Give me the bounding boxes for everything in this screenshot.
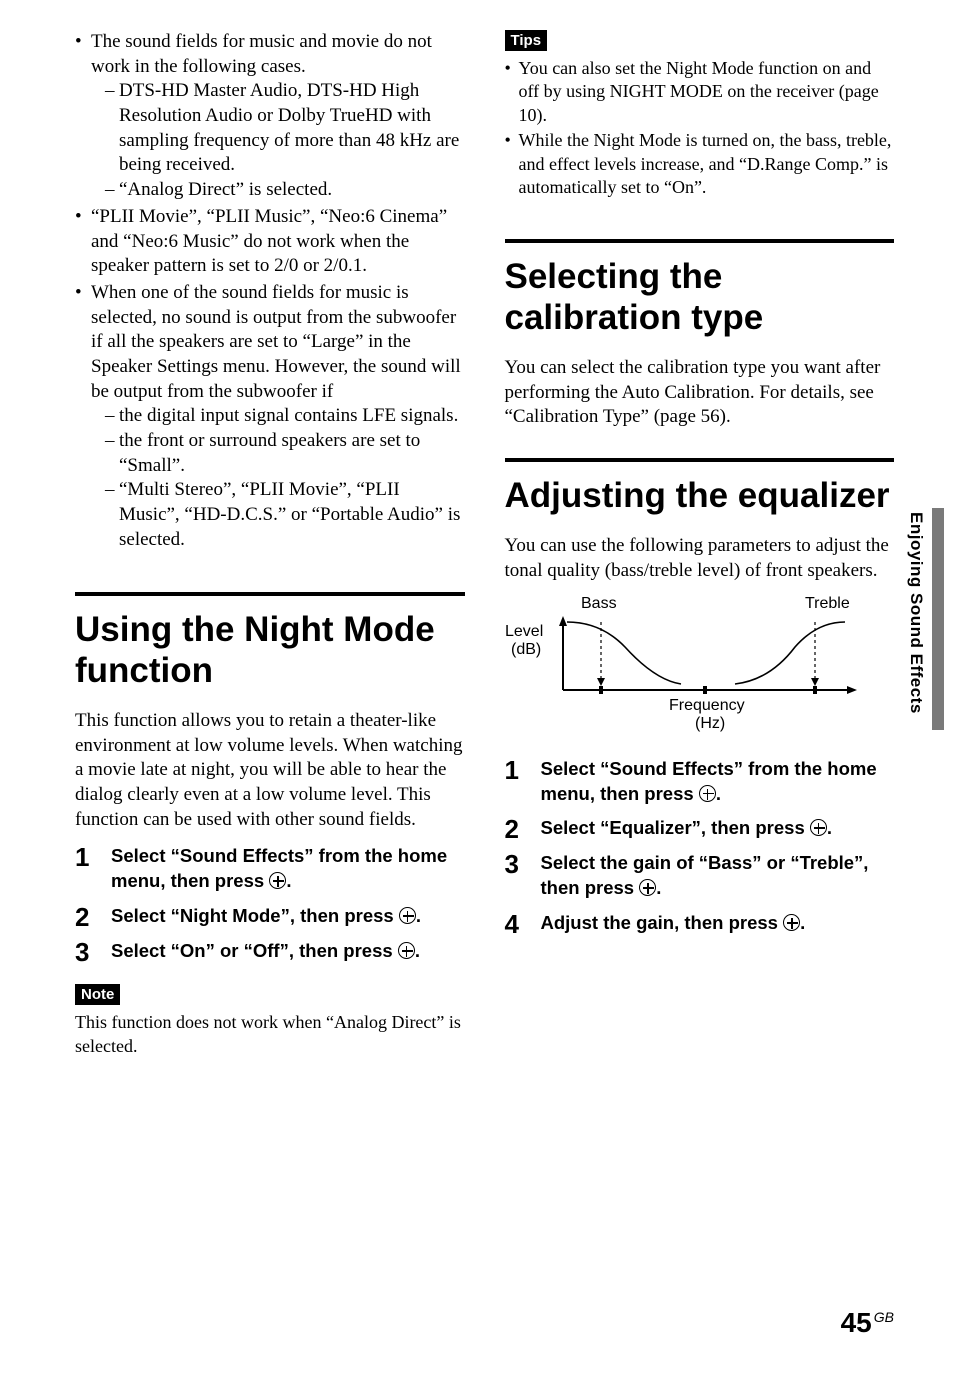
list-item: You can also set the Night Mode function…: [505, 57, 895, 127]
list-item: “Multi Stereo”, “PLII Movie”, “PLII Musi…: [105, 478, 465, 552]
side-tab: Enjoying Sound Effects: [902, 508, 926, 808]
label-db: (dB): [511, 641, 541, 658]
note-badge: Note: [75, 984, 120, 1005]
list-item: “Analog Direct” is selected.: [105, 178, 465, 203]
enter-icon: [783, 914, 800, 931]
step-item: Select the gain of “Bass” or “Treble”, t…: [505, 851, 895, 901]
side-tab-label: Enjoying Sound Effects: [906, 512, 926, 714]
x-axis-arrow: [847, 686, 857, 694]
bullet-text: When one of the sound fields for music i…: [91, 282, 461, 402]
treble-arrow: [811, 678, 819, 686]
enter-icon: [269, 872, 286, 889]
bullet-text: “PLII Movie”, “PLII Music”, “Neo:6 Cinem…: [91, 206, 447, 276]
list-item: When one of the sound fields for music i…: [75, 281, 465, 553]
step-item: Adjust the gain, then press .: [505, 911, 895, 936]
list-item: the digital input signal contains LFE si…: [105, 404, 465, 429]
section-divider: [75, 592, 465, 596]
list-item: The sound fields for music and movie do …: [75, 30, 465, 203]
list-item: “PLII Movie”, “PLII Music”, “Neo:6 Cinem…: [75, 205, 465, 279]
step-text-post: .: [656, 877, 661, 898]
enter-icon: [810, 819, 827, 836]
bass-arrow: [597, 678, 605, 686]
enter-icon: [398, 942, 415, 959]
treble-curve: [735, 622, 845, 684]
sub-list: the digital input signal contains LFE si…: [91, 404, 465, 552]
right-column: Tips You can also set the Night Mode fun…: [505, 30, 895, 1058]
label-hz: (Hz): [695, 715, 725, 732]
label-frequency: Frequency: [669, 697, 745, 714]
step-text-pre: Select “On” or “Off”, then press: [111, 940, 398, 961]
enter-icon: [399, 907, 416, 924]
tips-badge: Tips: [505, 30, 548, 51]
calibration-text: You can select the calibration type you …: [505, 356, 895, 430]
night-mode-intro: This function allows you to retain a the…: [75, 709, 465, 832]
step-text-pre: Select “Night Mode”, then press: [111, 905, 399, 926]
step-item: Select “Sound Effects” from the home men…: [75, 844, 465, 894]
heading-night-mode: Using the Night Mode function: [75, 610, 465, 691]
step-text-post: .: [286, 870, 291, 891]
tips-list: You can also set the Night Mode function…: [505, 57, 895, 199]
step-text-post: .: [827, 817, 832, 838]
heading-equalizer: Adjusting the equalizer: [505, 476, 895, 516]
label-bass: Bass: [581, 595, 617, 612]
section-divider: [505, 239, 895, 243]
step-text-pre: Select the gain of “Bass” or “Treble”, t…: [541, 852, 869, 898]
bullet-text: The sound fields for music and movie do …: [91, 31, 432, 77]
heading-calibration: Selecting the calibration type: [505, 257, 895, 338]
page-number: 45: [841, 1307, 872, 1338]
notes-bullet-list: The sound fields for music and movie do …: [75, 30, 465, 552]
page-lang: GB: [874, 1309, 894, 1325]
step-text-post: .: [716, 783, 721, 804]
side-tab-bar: [932, 508, 944, 730]
night-mode-steps: Select “Sound Effects” from the home men…: [75, 844, 465, 964]
enter-icon: [639, 879, 656, 896]
step-item: Select “On” or “Off”, then press .: [75, 939, 465, 964]
list-item: the front or surround speakers are set t…: [105, 429, 465, 478]
label-level: Level: [505, 623, 543, 640]
equalizer-intro: You can use the following parameters to …: [505, 534, 895, 583]
equalizer-steps: Select “Sound Effects” from the home men…: [505, 757, 895, 937]
step-text-post: .: [800, 912, 805, 933]
equalizer-svg: Bass Treble Level (dB) Frequency (Hz): [505, 592, 865, 732]
page-footer: 45GB: [841, 1307, 894, 1339]
section-divider: [505, 458, 895, 462]
enter-icon: [699, 785, 716, 802]
equalizer-diagram: Bass Treble Level (dB) Frequency (Hz): [505, 592, 895, 737]
list-item: While the Night Mode is turned on, the b…: [505, 129, 895, 199]
left-column: The sound fields for music and movie do …: [75, 30, 465, 1058]
step-item: Select “Sound Effects” from the home men…: [505, 757, 895, 807]
sub-list: DTS-HD Master Audio, DTS-HD High Resolut…: [91, 79, 465, 202]
bass-curve: [567, 622, 681, 684]
list-item: DTS-HD Master Audio, DTS-HD High Resolut…: [105, 79, 465, 178]
step-item: Select “Night Mode”, then press .: [75, 904, 465, 929]
step-text-post: .: [416, 905, 421, 926]
step-item: Select “Equalizer”, then press .: [505, 816, 895, 841]
step-text-post: .: [415, 940, 420, 961]
step-text-pre: Adjust the gain, then press: [541, 912, 784, 933]
note-text: This function does not work when “Analog…: [75, 1011, 465, 1058]
step-text-pre: Select “Equalizer”, then press: [541, 817, 810, 838]
label-treble: Treble: [805, 595, 850, 612]
